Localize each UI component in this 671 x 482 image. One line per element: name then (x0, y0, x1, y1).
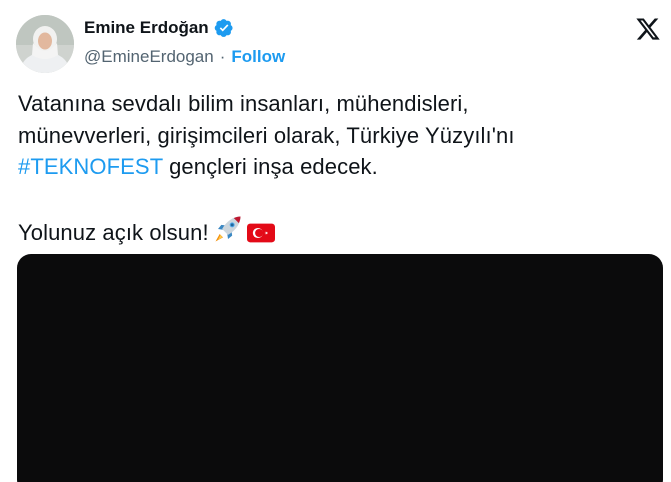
tweet-card: Emine Erdoğan @EmineErdogan · Follow Vat… (0, 0, 671, 482)
closing-text: Yolunuz açık olsun! (18, 219, 209, 245)
hashtag-link[interactable]: #TEKNOFEST (18, 154, 163, 179)
separator-dot: · (219, 47, 226, 66)
handle-row: @EmineErdogan · Follow (84, 46, 285, 68)
name-row: Emine Erdoğan (84, 16, 234, 40)
tweet-line-3: #TEKNOFEST gençleri inşa edecek. (18, 151, 658, 183)
verified-badge-icon (214, 18, 234, 38)
tweet-line-3-text: gençleri inşa edecek. (162, 154, 378, 179)
tweet-line-1: Vatanına sevdalı bilim insanları, mühend… (18, 91, 469, 116)
x-logo-icon[interactable] (635, 16, 661, 42)
avatar[interactable] (16, 15, 74, 73)
handle[interactable]: @EmineErdogan (84, 47, 214, 67)
tweet-text: Vatanına sevdalı bilim insanları, mühend… (18, 88, 658, 252)
avatar-image (16, 15, 74, 73)
turkey-flag-icon (246, 221, 275, 253)
follow-button[interactable]: Follow (231, 47, 285, 67)
display-name[interactable]: Emine Erdoğan (84, 18, 209, 38)
tweet-line-2: münevverleri, girişimcileri olarak, Türk… (18, 122, 515, 148)
tweet-closing-line: Yolunuz açık olsun! (18, 214, 658, 253)
media-video[interactable] (17, 254, 663, 482)
tweet-header: Emine Erdoğan @EmineErdogan · Follow (16, 12, 656, 74)
rocket-icon (213, 214, 243, 253)
